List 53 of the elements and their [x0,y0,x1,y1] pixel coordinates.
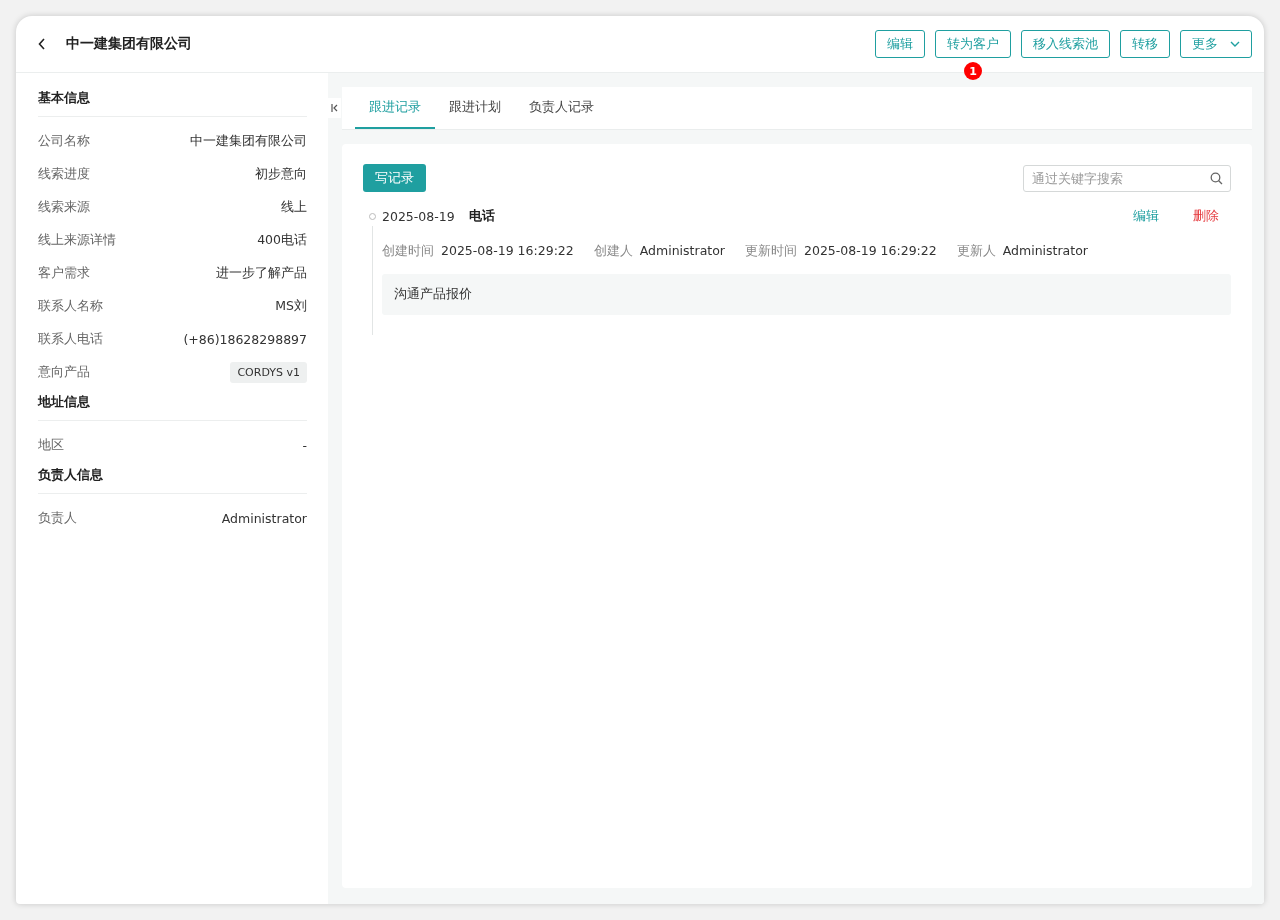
record-type: 电话 [468,207,496,225]
field-value: MS刘 [275,298,307,315]
meta-label: 创建人 [593,243,633,260]
field-label: 负责人 [38,510,77,527]
record-content: 沟通产品报价 [382,274,1231,315]
meta-value: 2025-08-19 16:29:22 [441,243,574,260]
search-icon [1210,171,1223,185]
field-value: 400电话 [257,232,307,249]
header-button[interactable]: 转移 [1120,30,1170,58]
header-button[interactable]: 转为客户 [935,30,1011,58]
tab[interactable]: 跟进计划 [435,87,515,129]
section-title: 地址信息 [38,389,307,421]
field-label: 线索来源 [38,199,90,216]
field-label: 线索进度 [38,166,90,183]
chevron-down-icon [1230,41,1240,47]
header-button[interactable]: 编辑 [875,30,925,58]
back-icon[interactable] [38,38,46,50]
more-dropdown[interactable]: 更多 [1180,30,1252,58]
field-value: 进一步了解产品 [216,265,307,282]
count-badge: 1 [964,62,982,80]
write-record-button[interactable]: 写记录 [363,164,426,192]
field-value: 初步意向 [255,166,307,183]
meta-label: 更新人 [956,243,996,260]
field-label: 联系人电话 [38,331,103,348]
meta-value: Administrator [1002,243,1088,260]
field-label: 地区 [38,437,64,454]
field-label: 线上来源详情 [38,232,116,249]
tab[interactable]: 跟进记录 [355,87,435,129]
collapse-button[interactable] [328,98,341,118]
meta-label: 更新时间 [745,243,797,260]
field-label: 客户需求 [38,265,90,282]
section-title: 基本信息 [38,85,307,117]
meta-value: 2025-08-19 16:29:22 [804,243,937,260]
field-value: 线上 [281,199,307,216]
field-value: - [302,438,307,453]
field-label: 意向产品 [38,364,90,381]
search-field[interactable]: 通过关键字搜索 [1023,164,1231,192]
tab[interactable]: 负责人记录 [515,87,608,129]
page-title: 中一建集团有限公司 [66,35,193,53]
field-value: 中一建集团有限公司 [190,133,307,150]
product-tag: CORDYS v1 [230,362,307,383]
edit-link[interactable]: 编辑 [1133,207,1159,225]
meta-value: Administrator [639,243,725,260]
meta-label: 创建时间 [382,243,434,260]
field-value: Administrator [221,511,307,526]
field-value: (+86)18628298897 [183,332,307,347]
field-label: 联系人名称 [38,298,103,315]
header-button[interactable]: 移入线索池 [1021,30,1110,58]
delete-link[interactable]: 删除 [1193,207,1219,225]
record-date: 2025-08-19 [382,208,455,224]
section-title: 负责人信息 [38,462,307,494]
field-label: 公司名称 [38,133,90,150]
collapse-icon [331,104,338,112]
